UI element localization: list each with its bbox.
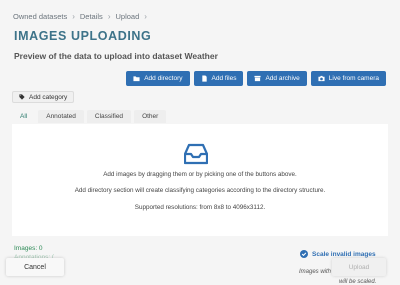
cancel-button[interactable]: Cancel bbox=[6, 258, 64, 276]
add-category-button[interactable]: Add category bbox=[12, 91, 75, 103]
inbox-icon bbox=[184, 143, 208, 165]
tab-all[interactable]: All bbox=[12, 110, 35, 123]
tab-annotated[interactable]: Annotated bbox=[38, 110, 84, 123]
dropzone-directory-note: Add directory section will create classi… bbox=[74, 187, 326, 194]
add-category-label: Add category bbox=[29, 93, 68, 101]
tag-icon bbox=[19, 94, 25, 100]
breadcrumb-upload: Upload bbox=[115, 12, 140, 21]
add-archive-button[interactable]: Add archive bbox=[247, 71, 307, 86]
file-icon bbox=[201, 75, 207, 82]
breadcrumb-owned-datasets[interactable]: Owned datasets bbox=[13, 12, 67, 21]
scale-note-line-2: will be scaled. bbox=[339, 279, 377, 285]
scale-invalid-checkbox[interactable]: Scale invalid images bbox=[300, 250, 376, 258]
tab-classified[interactable]: Classified bbox=[86, 110, 132, 123]
dropzone-resolutions: Supported resolutions: from 8x8 to 4096x… bbox=[134, 204, 266, 211]
live-camera-label: Live from camera bbox=[328, 75, 379, 82]
filter-tabs: All Annotated Classified Other bbox=[12, 110, 167, 123]
add-files-label: Add files bbox=[211, 75, 237, 82]
scale-invalid-label: Scale invalid images bbox=[312, 250, 376, 258]
page-title: IMAGES UPLOADING bbox=[14, 29, 152, 43]
breadcrumb: Owned datasets › Details › Upload › bbox=[13, 12, 147, 21]
breadcrumb-separator: › bbox=[144, 12, 147, 21]
images-count: Images: 0 bbox=[14, 245, 43, 252]
add-files-button[interactable]: Add files bbox=[193, 71, 244, 86]
live-camera-button[interactable]: Live from camera bbox=[310, 71, 386, 86]
checkbox-checked-icon bbox=[300, 250, 308, 258]
add-archive-label: Add archive bbox=[265, 75, 300, 82]
dropzone-instruction: Add images by dragging them or by pickin… bbox=[103, 171, 297, 178]
add-directory-button[interactable]: Add directory bbox=[126, 71, 190, 86]
archive-icon bbox=[254, 75, 262, 82]
scale-note-line-1: Images with bbox=[299, 269, 332, 275]
page-subtitle: Preview of the data to upload into datas… bbox=[14, 51, 218, 61]
upload-button[interactable]: Upload bbox=[332, 258, 386, 276]
upload-actions: Add directory Add files Add archive Live… bbox=[126, 71, 386, 86]
tab-other[interactable]: Other bbox=[134, 110, 167, 123]
breadcrumb-separator: › bbox=[72, 12, 75, 21]
breadcrumb-separator: › bbox=[107, 12, 111, 21]
camera-icon bbox=[318, 75, 325, 82]
breadcrumb-details[interactable]: Details bbox=[80, 12, 103, 21]
folder-icon bbox=[133, 76, 140, 82]
add-directory-label: Add directory bbox=[144, 75, 183, 82]
dropzone-panel[interactable]: Add images by dragging them or by pickin… bbox=[12, 124, 388, 236]
